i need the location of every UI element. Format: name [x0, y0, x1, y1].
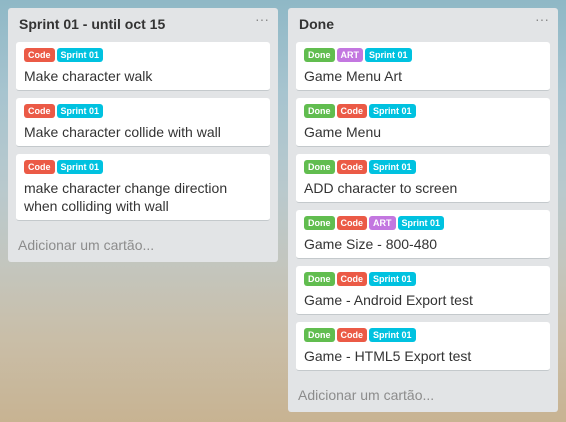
label-sprint-01: Sprint 01	[369, 160, 416, 174]
label-art: ART	[369, 216, 396, 230]
card-title: ADD character to screen	[304, 180, 458, 196]
label-code: Code	[336, 272, 367, 286]
list-header: Done ···	[288, 8, 558, 40]
label-done: Done	[304, 216, 335, 230]
card-labels: Code Sprint 01	[24, 48, 262, 62]
label-sprint-01: Sprint 01	[397, 216, 445, 230]
card-title: Game Size - 800-480	[304, 236, 438, 252]
card[interactable]: Done Code ART Sprint 01 Game Size - 800-…	[296, 210, 550, 259]
add-card-link[interactable]: Adicionar um cartão...	[18, 237, 154, 253]
card-labels: Done Code Sprint 01	[304, 104, 542, 118]
list-title[interactable]: Sprint 01 - until oct 15	[19, 16, 165, 32]
label-sprint-01: Sprint 01	[365, 48, 412, 62]
card[interactable]: Done Code Sprint 01 Game Menu	[296, 98, 550, 147]
board: Sprint 01 - until oct 15 ··· Code Sprint…	[0, 0, 566, 422]
label-sprint-01: Sprint 01	[56, 160, 104, 174]
label-code: Code	[336, 328, 367, 342]
card-title: Game - Android Export test	[304, 292, 473, 308]
label-done: Done	[304, 104, 335, 118]
list-sprint-01: Sprint 01 - until oct 15 ··· Code Sprint…	[8, 8, 278, 262]
list-header: Sprint 01 - until oct 15 ···	[8, 8, 278, 40]
card-labels: Done ART Sprint 01	[304, 48, 542, 62]
label-done: Done	[304, 160, 335, 174]
label-art: ART	[336, 48, 363, 62]
label-sprint-01: Sprint 01	[56, 48, 104, 62]
label-code: Code	[336, 216, 367, 230]
list-title[interactable]: Done	[299, 16, 334, 32]
card-title: Make character walk	[24, 68, 153, 84]
card-labels: Code Sprint 01	[24, 104, 262, 118]
card[interactable]: Code Sprint 01 Make character walk	[16, 42, 270, 91]
card-labels: Done Code Sprint 01	[304, 272, 542, 286]
card[interactable]: Done Code Sprint 01 Game - Android Expor…	[296, 266, 550, 315]
label-code: Code	[24, 160, 55, 174]
label-sprint-01: Sprint 01	[369, 328, 416, 342]
card-labels: Code Sprint 01	[24, 160, 262, 174]
card[interactable]: Code Sprint 01 make character change dir…	[16, 154, 270, 221]
card-title: Game Menu Art	[304, 68, 403, 84]
card-labels: Done Code ART Sprint 01	[304, 216, 542, 230]
card-title: Game Menu	[304, 124, 382, 140]
label-sprint-01: Sprint 01	[56, 104, 104, 118]
list-done: Done ··· Done ART Sprint 01 Game Menu Ar…	[288, 8, 558, 412]
label-code: Code	[336, 160, 367, 174]
card-labels: Done Code Sprint 01	[304, 328, 542, 342]
label-code: Code	[336, 104, 367, 118]
label-done: Done	[304, 48, 335, 62]
card-title: make character change direction when col…	[24, 180, 228, 214]
label-done: Done	[304, 272, 335, 286]
card[interactable]: Done Code Sprint 01 ADD character to scr…	[296, 154, 550, 203]
label-done: Done	[304, 328, 335, 342]
label-sprint-01: Sprint 01	[369, 104, 416, 118]
card[interactable]: Done ART Sprint 01 Game Menu Art	[296, 42, 550, 91]
card-title: Game - HTML5 Export test	[304, 348, 472, 364]
card-labels: Done Code Sprint 01	[304, 160, 542, 174]
card[interactable]: Done Code Sprint 01 Game - HTML5 Export …	[296, 322, 550, 371]
list-menu-icon[interactable]: ···	[535, 11, 549, 27]
label-sprint-01: Sprint 01	[369, 272, 416, 286]
card[interactable]: Code Sprint 01 Make character collide wi…	[16, 98, 270, 147]
card-title: Make character collide with wall	[24, 124, 221, 140]
label-code: Code	[24, 48, 55, 62]
label-code: Code	[24, 104, 55, 118]
list-menu-icon[interactable]: ···	[255, 11, 269, 27]
add-card-link[interactable]: Adicionar um cartão...	[298, 387, 434, 403]
